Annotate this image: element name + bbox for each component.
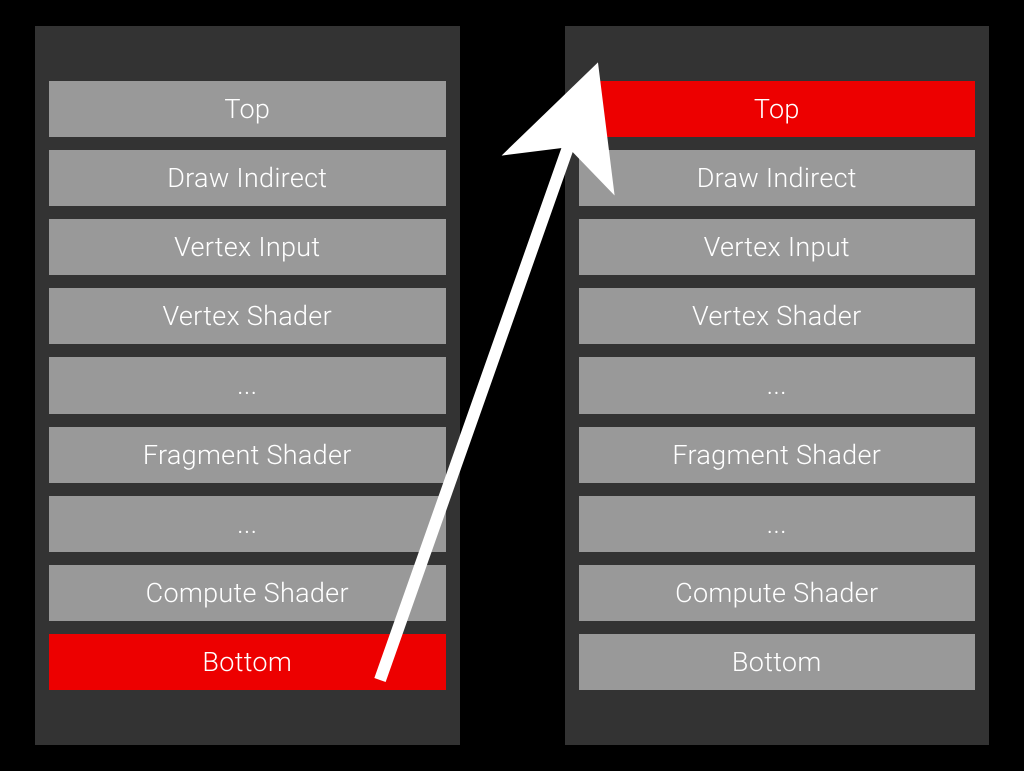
pipeline-stage: Compute Shader bbox=[49, 565, 446, 621]
right-pipeline-panel: Top Draw Indirect Vertex Input Vertex Sh… bbox=[565, 26, 990, 745]
pipeline-stage: ... bbox=[49, 496, 446, 552]
pipeline-stage-highlight: Bottom bbox=[49, 634, 446, 690]
pipeline-stage: Bottom bbox=[579, 634, 976, 690]
pipeline-stage-highlight: Top bbox=[579, 81, 976, 137]
pipeline-stage: Fragment Shader bbox=[579, 427, 976, 483]
pipeline-stage: Top bbox=[49, 81, 446, 137]
pipeline-stage: Vertex Input bbox=[579, 219, 976, 275]
pipeline-stage: Vertex Shader bbox=[49, 288, 446, 344]
pipeline-stage: Draw Indirect bbox=[579, 150, 976, 206]
pipeline-stage: Draw Indirect bbox=[49, 150, 446, 206]
left-pipeline-panel: Top Draw Indirect Vertex Input Vertex Sh… bbox=[35, 26, 460, 745]
diagram-container: Top Draw Indirect Vertex Input Vertex Sh… bbox=[0, 0, 1024, 771]
pipeline-stage: ... bbox=[579, 496, 976, 552]
pipeline-stage: Fragment Shader bbox=[49, 427, 446, 483]
pipeline-stage: ... bbox=[49, 357, 446, 413]
pipeline-stage: Compute Shader bbox=[579, 565, 976, 621]
pipeline-stage: Vertex Input bbox=[49, 219, 446, 275]
pipeline-stage: ... bbox=[579, 357, 976, 413]
pipeline-stage: Vertex Shader bbox=[579, 288, 976, 344]
